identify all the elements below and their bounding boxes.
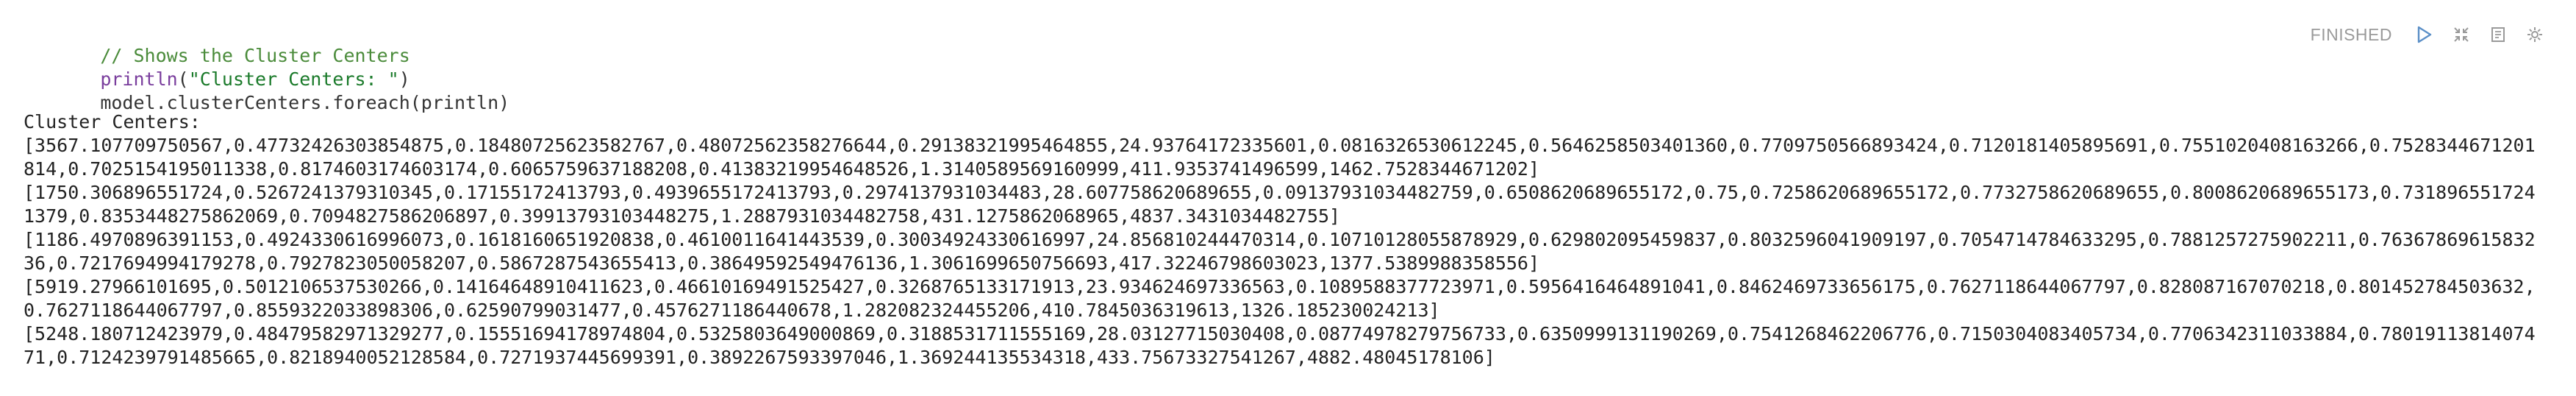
code-close-paren: ) bbox=[398, 68, 410, 90]
cluster-center-row: [5919.27966101695,0.5012106537530266,0.1… bbox=[24, 276, 2536, 321]
code-editor[interactable]: // Shows the Cluster Centers println("Cl… bbox=[34, 21, 2313, 113]
code-open-paren: ( bbox=[177, 68, 189, 90]
code-line-comment: // Shows the Cluster Centers bbox=[34, 21, 2313, 66]
cluster-center-row: [5248.180712423979,0.48479582971329277,0… bbox=[24, 323, 2536, 368]
code-string-literal: "Cluster Centers: " bbox=[188, 68, 399, 90]
gear-icon[interactable] bbox=[2525, 24, 2545, 45]
cluster-center-row: [1186.4970896391153,0.4924330616996073,0… bbox=[24, 229, 2536, 274]
code-println-keyword: println bbox=[100, 68, 178, 90]
collapse-icon[interactable] bbox=[2451, 24, 2472, 45]
code-comment: // Shows the Cluster Centers bbox=[100, 45, 410, 66]
status-label: FINISHED bbox=[2310, 24, 2392, 44]
book-icon[interactable] bbox=[2488, 24, 2508, 45]
paragraph-controls: FINISHED bbox=[2311, 22, 2545, 47]
play-icon[interactable] bbox=[2414, 24, 2435, 45]
notebook-paragraph: // Shows the Cluster Centers println("Cl… bbox=[0, 0, 2576, 396]
cluster-center-row: [3567.107709750567,0.47732426303854875,0… bbox=[24, 135, 2536, 180]
cluster-center-row: [1750.306896551724,0.5267241379310345,0.… bbox=[24, 182, 2536, 227]
output-header: Cluster Centers: bbox=[24, 111, 201, 132]
paragraph-output: Cluster Centers: [3567.107709750567,0.47… bbox=[24, 110, 2552, 390]
